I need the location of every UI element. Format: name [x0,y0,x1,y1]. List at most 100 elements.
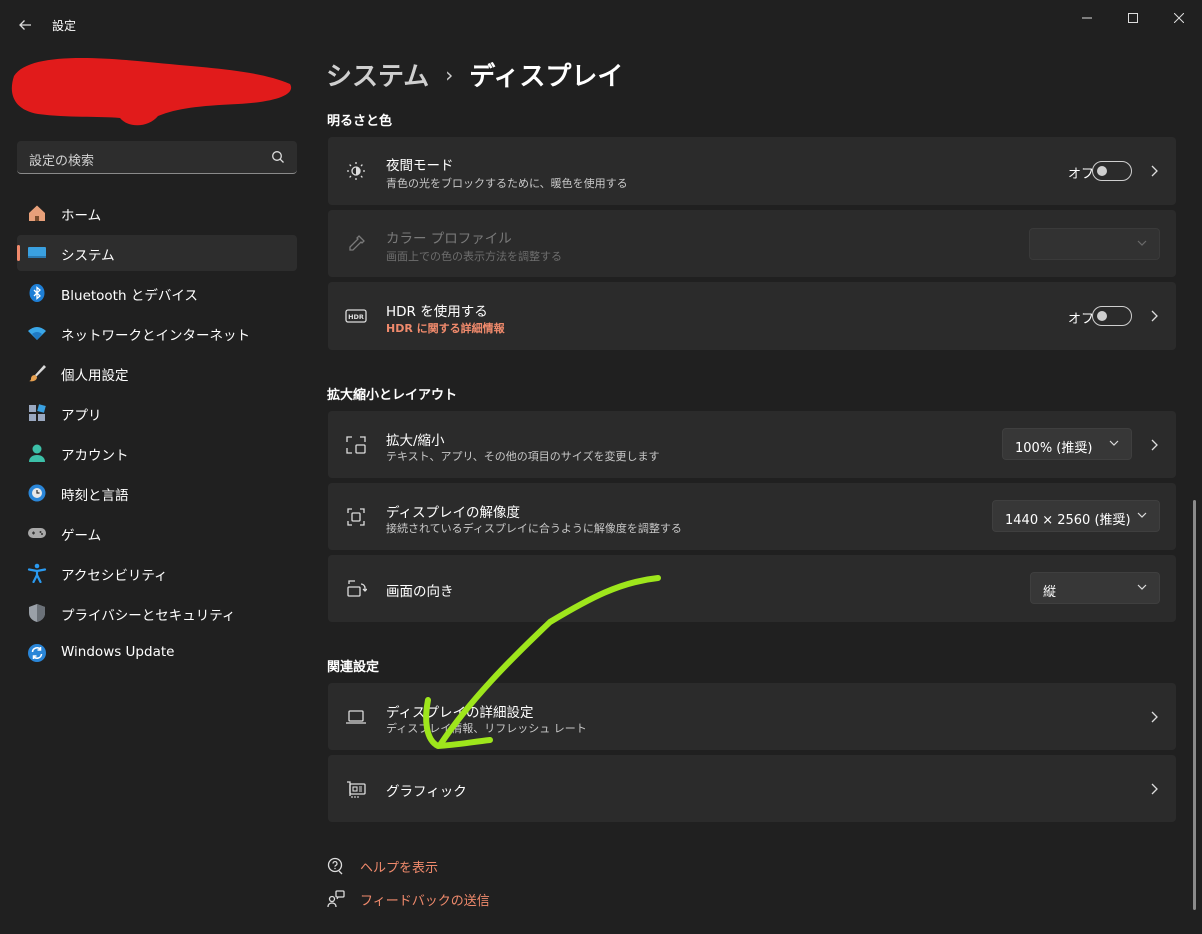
hdr-icon: HDR [345,305,367,327]
accessibility-icon [27,563,47,583]
maximize-icon [1128,13,1138,23]
svg-text:HDR: HDR [348,313,364,321]
close-button[interactable] [1156,0,1202,36]
graphics-card-icon [345,778,367,800]
scale-title: 拡大/縮小 [386,433,445,449]
breadcrumb-parent[interactable]: システム [326,56,429,93]
color-profile-subtitle: 画面上での色の表示方法を調整する [386,250,562,263]
night-light-subtitle: 青色の光をブロックするために、暖色を使用する [386,177,628,190]
maximize-button[interactable] [1110,0,1156,36]
hdr-card[interactable]: HDR HDR を使用する HDR に関する詳細情報 オフ [328,282,1176,350]
arrow-left-icon [19,20,31,30]
resolution-subtitle: 接続されているディスプレイに合うように解像度を調整する [386,522,682,535]
app-title: 設定 [52,19,77,33]
chevron-right-icon [1146,163,1162,179]
home-icon [27,203,47,223]
chevron-down-icon [1137,240,1147,246]
back-button[interactable] [10,10,40,40]
bluetooth-icon [27,283,47,303]
shield-icon [27,603,47,623]
color-profile-card: カラー プロファイル 画面上での色の表示方法を調整する [328,210,1176,277]
chevron-down-icon [1109,440,1119,446]
sidebar-item-network[interactable]: ネットワークとインターネット [17,315,297,351]
sidebar-nav: ホーム システム Bluetooth とデバイス ネットワークとインターネット … [17,195,297,675]
scale-card[interactable]: 拡大/縮小 テキスト、アプリ、その他の項目のサイズを変更します 100% (推奨… [328,411,1176,478]
gamepad-icon [27,523,47,543]
chevron-right-icon [1146,781,1162,797]
close-icon [1174,13,1184,23]
apps-icon [27,403,47,423]
advanced-display-card[interactable]: ディスプレイの詳細設定 ディスプレイ情報、リフレッシュ レート [328,683,1176,750]
scale-icon [345,434,367,456]
advanced-display-title: ディスプレイの詳細設定 [386,705,534,721]
sidebar-item-privacy[interactable]: プライバシーとセキュリティ [17,595,297,631]
section-title-related: 関連設定 [327,660,380,675]
sidebar-item-windows-update[interactable]: Windows Update [17,635,297,671]
hdr-toggle-label: オフ [1067,312,1094,327]
resolution-value: 1440 × 2560 (推奨) [1005,513,1131,528]
globe-clock-icon [27,483,47,503]
hdr-learn-more-link[interactable]: HDR に関する詳細情報 [386,320,505,336]
color-profile-dropdown [1029,228,1160,260]
sidebar-item-home[interactable]: ホーム [17,195,297,231]
chevron-right-icon [1146,709,1162,725]
scrollbar[interactable] [1193,500,1196,910]
breadcrumb: システム › ディスプレイ [326,56,623,93]
section-title-brightness: 明るさと色 [327,114,393,129]
sidebar-item-personalization[interactable]: 個人用設定 [17,355,297,391]
sun-moon-icon [345,160,367,182]
redaction-scribble [11,57,292,126]
color-profile-title: カラー プロファイル [386,231,512,247]
account-icon [27,443,47,463]
sidebar-item-apps[interactable]: アプリ [17,395,297,431]
resolution-card[interactable]: ディスプレイの解像度 接続されているディスプレイに合うように解像度を調整する 1… [328,483,1176,550]
graphics-card[interactable]: グラフィック [328,755,1176,822]
feedback-icon [326,889,346,909]
system-icon [27,243,47,263]
feedback-label: フィードバックの送信 [360,893,490,909]
help-icon [326,856,346,876]
sidebar-item-time-language[interactable]: 時刻と言語 [17,475,297,511]
search-icon [272,151,284,163]
night-light-card[interactable]: 夜間モード 青色の光をブロックするために、暖色を使用する オフ [328,137,1176,205]
minimize-button[interactable] [1064,0,1110,36]
section-title-scale-layout: 拡大縮小とレイアウト [327,388,458,403]
feedback-link[interactable]: フィードバックの送信 [326,888,490,910]
scale-dropdown[interactable]: 100% (推奨) [1002,428,1132,460]
night-light-toggle-label: オフ [1067,167,1094,182]
rotate-screen-icon [345,578,367,600]
sidebar-item-accessibility[interactable]: アクセシビリティ [17,555,297,591]
help-label: ヘルプを表示 [360,860,439,876]
chevron-down-icon [1137,584,1147,590]
chevron-right-icon [1146,308,1162,324]
scale-subtitle: テキスト、アプリ、その他の項目のサイズを変更します [386,450,660,463]
page-title: ディスプレイ [469,62,624,92]
resolution-dropdown[interactable]: 1440 × 2560 (推奨) [992,500,1160,532]
minimize-icon [1082,17,1092,19]
sidebar-item-system[interactable]: システム [17,235,297,271]
scale-value: 100% (推奨) [1015,441,1093,456]
search-input[interactable]: 設定の検索 [17,141,297,174]
sidebar-item-bluetooth[interactable]: Bluetooth とデバイス [17,275,297,311]
night-light-toggle[interactable] [1092,161,1132,181]
laptop-icon [345,706,367,728]
chevron-down-icon [1137,512,1147,518]
chevron-right-icon [1146,437,1162,453]
eyedropper-icon [345,233,367,255]
title-bar: 設定 [0,0,1202,48]
wifi-icon [27,323,47,343]
hdr-toggle[interactable] [1092,306,1132,326]
resolution-icon [345,506,367,528]
breadcrumb-separator: › [445,62,454,87]
hdr-title: HDR を使用する [386,304,488,320]
advanced-display-subtitle: ディスプレイ情報、リフレッシュ レート [386,722,587,735]
search-placeholder: 設定の検索 [29,154,95,169]
sidebar-item-accounts[interactable]: アカウント [17,435,297,471]
sidebar-item-gaming[interactable]: ゲーム [17,515,297,551]
orientation-title: 画面の向き [386,584,454,600]
orientation-card[interactable]: 画面の向き 縦 [328,555,1176,622]
orientation-value: 縦 [1043,585,1057,600]
help-link[interactable]: ヘルプを表示 [326,855,438,877]
orientation-dropdown[interactable]: 縦 [1030,572,1160,604]
brush-icon [27,363,47,383]
